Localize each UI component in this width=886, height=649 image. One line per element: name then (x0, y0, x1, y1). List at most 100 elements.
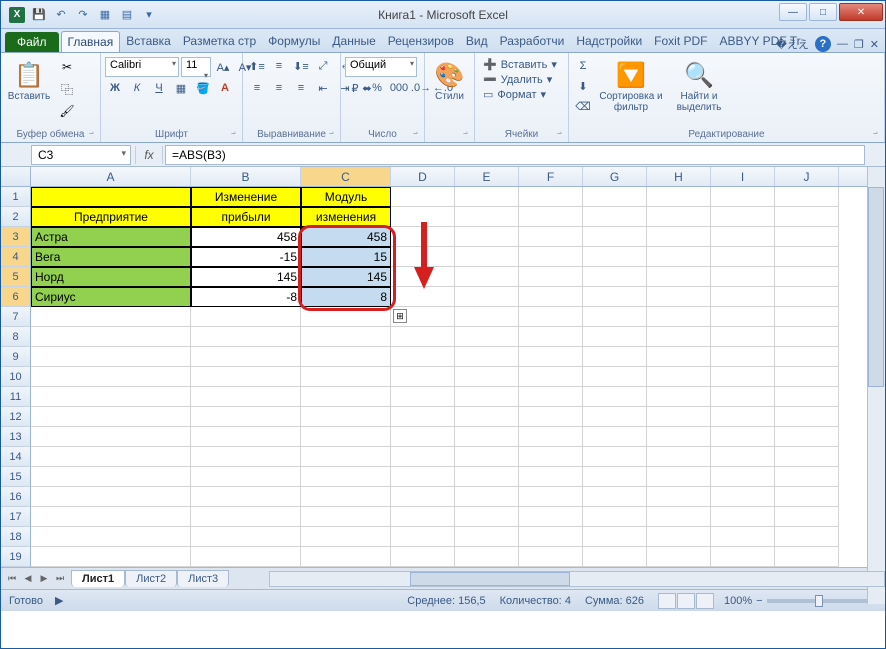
cell-G3[interactable] (583, 227, 647, 247)
comma-icon[interactable]: 000 (389, 79, 409, 97)
cell-B12[interactable] (191, 407, 301, 427)
row-header-4[interactable]: 4 (1, 247, 31, 267)
cell-F2[interactable] (519, 207, 583, 227)
cell-A9[interactable] (31, 347, 191, 367)
excel-icon[interactable]: X (7, 5, 27, 25)
cell-E1[interactable] (455, 187, 519, 207)
cell-C1[interactable]: Модуль (301, 187, 391, 207)
sort-filter-button[interactable]: 🔽 Сортировка и фильтр (597, 57, 665, 115)
cell-I14[interactable] (711, 447, 775, 467)
cell-A2[interactable]: Предприятие (31, 207, 191, 227)
undo-icon[interactable]: ↶ (51, 5, 71, 25)
row-header-10[interactable]: 10 (1, 367, 31, 387)
view-page-break-icon[interactable] (696, 593, 714, 609)
select-all-corner[interactable] (1, 167, 31, 186)
cell-I2[interactable] (711, 207, 775, 227)
align-bottom-icon[interactable]: ⬇≡ (291, 57, 311, 75)
ribbon-tab-0[interactable]: Главная (61, 31, 121, 52)
column-header-J[interactable]: J (775, 167, 839, 186)
cell-J6[interactable] (775, 287, 839, 307)
cell-I19[interactable] (711, 547, 775, 567)
cell-G19[interactable] (583, 547, 647, 567)
cell-J15[interactable] (775, 467, 839, 487)
doc-close-icon[interactable]: ✕ (870, 38, 879, 51)
cell-B4[interactable]: -15 (191, 247, 301, 267)
cell-A18[interactable] (31, 527, 191, 547)
doc-restore-icon[interactable]: ❐ (854, 38, 864, 51)
cell-H7[interactable] (647, 307, 711, 327)
cell-I8[interactable] (711, 327, 775, 347)
underline-icon[interactable]: Ч (149, 79, 169, 97)
cell-D16[interactable] (391, 487, 455, 507)
ribbon-tab-2[interactable]: Разметка стр (177, 31, 262, 52)
ribbon-tab-1[interactable]: Вставка (120, 31, 177, 52)
cell-A11[interactable] (31, 387, 191, 407)
cell-J2[interactable] (775, 207, 839, 227)
view-normal-icon[interactable] (658, 593, 676, 609)
cell-G17[interactable] (583, 507, 647, 527)
qat-btn-icon[interactable]: ▦ (95, 5, 115, 25)
cell-G7[interactable] (583, 307, 647, 327)
cell-E15[interactable] (455, 467, 519, 487)
font-name-combo[interactable]: Calibri (105, 57, 179, 77)
number-format-combo[interactable]: Общий (345, 57, 417, 77)
column-header-C[interactable]: C (301, 167, 391, 186)
cell-E11[interactable] (455, 387, 519, 407)
cell-C6[interactable]: 8 (301, 287, 391, 307)
column-header-G[interactable]: G (583, 167, 647, 186)
sheet-nav-prev-icon[interactable]: ◀ (21, 571, 35, 587)
ribbon-tab-8[interactable]: Надстройки (570, 31, 648, 52)
cell-I6[interactable] (711, 287, 775, 307)
cell-I9[interactable] (711, 347, 775, 367)
row-header-15[interactable]: 15 (1, 467, 31, 487)
cell-F11[interactable] (519, 387, 583, 407)
horizontal-scrollbar[interactable] (269, 571, 885, 587)
autosum-icon[interactable]: Σ (573, 57, 593, 75)
clear-icon[interactable]: ⌫ (573, 97, 593, 115)
sheet-nav-first-icon[interactable]: ⏮ (5, 571, 19, 587)
cell-J11[interactable] (775, 387, 839, 407)
cell-A14[interactable] (31, 447, 191, 467)
cell-F12[interactable] (519, 407, 583, 427)
cell-G15[interactable] (583, 467, 647, 487)
cell-D6[interactable] (391, 287, 455, 307)
cell-E14[interactable] (455, 447, 519, 467)
row-header-11[interactable]: 11 (1, 387, 31, 407)
cell-I17[interactable] (711, 507, 775, 527)
font-size-combo[interactable]: 11 (181, 57, 211, 77)
help-icon[interactable]: ? (815, 36, 831, 52)
cell-H4[interactable] (647, 247, 711, 267)
cell-E5[interactable] (455, 267, 519, 287)
cell-G10[interactable] (583, 367, 647, 387)
font-color-icon[interactable]: A (215, 79, 235, 97)
row-header-13[interactable]: 13 (1, 427, 31, 447)
sheet-tab-0[interactable]: Лист1 (71, 570, 125, 587)
minimize-button[interactable]: — (779, 3, 807, 21)
cell-J10[interactable] (775, 367, 839, 387)
cell-H1[interactable] (647, 187, 711, 207)
sheet-nav-last-icon[interactable]: ⏭ (53, 571, 67, 587)
cell-I3[interactable] (711, 227, 775, 247)
delete-cells-button[interactable]: ➖Удалить ▾ (479, 72, 556, 87)
formula-input[interactable]: =ABS(B3) (165, 145, 865, 165)
cell-J1[interactable] (775, 187, 839, 207)
row-header-9[interactable]: 9 (1, 347, 31, 367)
cell-E10[interactable] (455, 367, 519, 387)
cell-D18[interactable] (391, 527, 455, 547)
cell-A15[interactable] (31, 467, 191, 487)
cell-B10[interactable] (191, 367, 301, 387)
cell-B17[interactable] (191, 507, 301, 527)
cell-A16[interactable] (31, 487, 191, 507)
cell-B14[interactable] (191, 447, 301, 467)
cell-C10[interactable] (301, 367, 391, 387)
cell-C16[interactable] (301, 487, 391, 507)
cell-A7[interactable] (31, 307, 191, 327)
italic-icon[interactable]: К (127, 79, 147, 97)
minimize-ribbon-icon[interactable]: �ええ (776, 36, 809, 52)
cell-G6[interactable] (583, 287, 647, 307)
save-icon[interactable]: 💾 (29, 5, 49, 25)
cell-C14[interactable] (301, 447, 391, 467)
cell-G14[interactable] (583, 447, 647, 467)
cell-F13[interactable] (519, 427, 583, 447)
sheet-tab-2[interactable]: Лист3 (177, 570, 229, 587)
